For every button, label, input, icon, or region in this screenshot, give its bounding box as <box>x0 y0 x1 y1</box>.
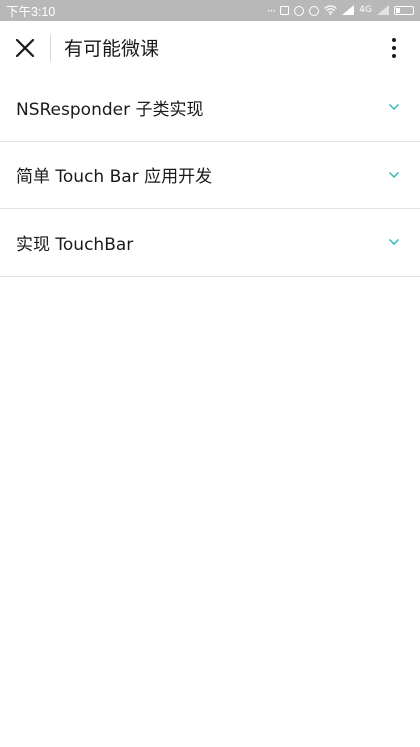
signal-label: 4G <box>359 5 372 15</box>
more-vertical-icon <box>392 45 396 50</box>
sync-icon <box>294 5 305 16</box>
section-label: NSResponder 子类实现 <box>16 99 204 120</box>
signal-icon <box>342 4 355 18</box>
wifi-icon <box>324 4 338 18</box>
header-divider <box>50 34 51 61</box>
more-vertical-icon <box>392 53 396 58</box>
signal-icon <box>377 4 389 18</box>
more-dots-icon: ··· <box>266 3 277 18</box>
section-label: 实现 TouchBar <box>16 234 134 255</box>
status-time: 下午3:10 <box>6 5 56 19</box>
section-item-simple-touchbar[interactable]: 简单 Touch Bar 应用开发 <box>0 142 420 209</box>
close-icon <box>16 38 34 57</box>
more-vertical-icon <box>392 37 396 42</box>
header-bar: 有可能微课 <box>0 21 420 74</box>
alarm-icon <box>309 5 320 16</box>
chevron-down-icon[interactable] <box>388 171 400 179</box>
status-bar: 下午3:10 ··· 4G <box>0 0 420 21</box>
battery-icon <box>394 6 414 15</box>
chevron-down-icon[interactable] <box>388 103 400 111</box>
section-label: 简单 Touch Bar 应用开发 <box>16 167 213 188</box>
page-title: 有可能微课 <box>64 38 160 60</box>
status-icons: ··· 4G <box>267 4 414 18</box>
section-item-nsresponder[interactable]: NSResponder 子类实现 <box>0 74 420 142</box>
section-list: NSResponder 子类实现 简单 Touch Bar 应用开发 实现 To… <box>0 74 420 277</box>
close-button[interactable] <box>0 21 50 74</box>
more-menu-button[interactable] <box>382 21 406 74</box>
chevron-down-icon[interactable] <box>388 238 400 246</box>
copy-icon <box>280 6 290 15</box>
section-item-implement-touchbar[interactable]: 实现 TouchBar <box>0 209 420 277</box>
